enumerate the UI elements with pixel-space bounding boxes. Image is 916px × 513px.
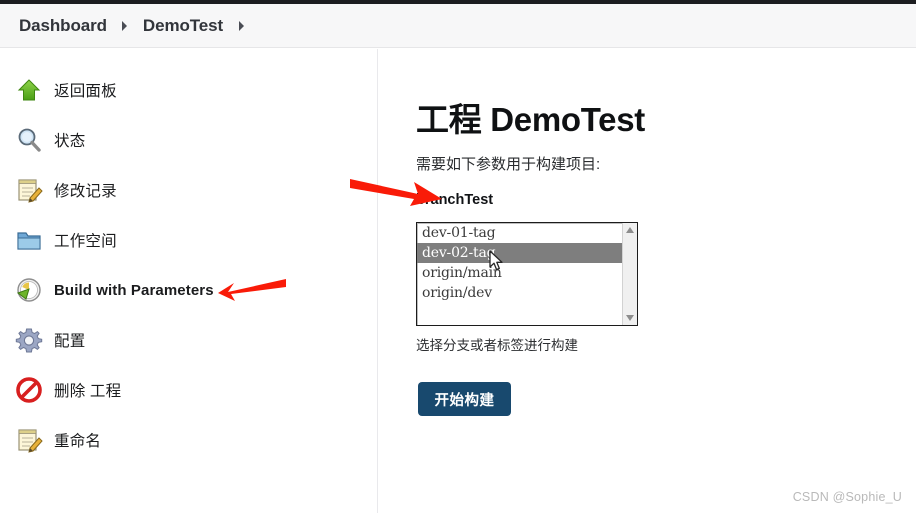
parameter-description: 选择分支或者标签进行构建 — [416, 338, 578, 353]
list-item[interactable]: origin/dev — [417, 283, 622, 303]
green-up-arrow-icon — [14, 75, 44, 105]
sidebar-item-workspace[interactable]: 工作空间 — [14, 223, 117, 257]
notepad-pencil-icon — [14, 425, 44, 455]
sidebar-item-label: 修改记录 — [54, 183, 117, 200]
folder-icon — [14, 225, 44, 255]
list-item[interactable]: origin/main — [417, 263, 622, 283]
scroll-up-arrow-icon[interactable] — [623, 223, 637, 237]
sidebar-item-build-with-parameters[interactable]: Build with Parameters — [14, 273, 214, 307]
chevron-right-icon-2[interactable] — [223, 20, 259, 31]
scroll-down-arrow-icon[interactable] — [623, 311, 637, 325]
sidebar-item-label: 状态 — [54, 133, 86, 150]
magnifier-icon — [14, 125, 44, 155]
sidebar-item-delete-project[interactable]: 删除 工程 — [14, 373, 121, 407]
sidebar-item-back-to-dashboard[interactable]: 返回面板 — [14, 73, 117, 107]
main-content: 工程 DemoTest 需要如下参数用于构建项目: branchTest dev… — [379, 49, 916, 513]
sidebar-item-rename[interactable]: 重命名 — [14, 423, 101, 457]
breadcrumb-item-demotest[interactable]: DemoTest — [143, 16, 223, 36]
sidebar-item-label: 重命名 — [54, 433, 102, 450]
sidebar-item-label: 返回面板 — [54, 83, 117, 100]
notepad-pencil-icon — [14, 175, 44, 205]
branch-select-listbox[interactable]: dev-01-tag dev-02-tag origin/main origin… — [416, 222, 638, 326]
sidebar-item-label: 删除 工程 — [54, 383, 122, 400]
no-entry-icon — [14, 375, 44, 405]
gear-icon — [14, 325, 44, 355]
sidebar: 返回面板 状态 修改记录 工作空间 Build with Parameters … — [0, 49, 378, 513]
parameters-intro: 需要如下参数用于构建项目: — [416, 156, 601, 173]
parameter-name-label: branchTest — [416, 192, 494, 208]
page-title: 工程 DemoTest — [416, 101, 645, 138]
list-item[interactable]: dev-01-tag — [417, 223, 622, 243]
branch-select-options: dev-01-tag dev-02-tag origin/main origin… — [417, 223, 622, 303]
sidebar-item-status[interactable]: 状态 — [14, 123, 85, 157]
list-item[interactable]: dev-02-tag — [417, 243, 622, 263]
breadcrumb: Dashboard DemoTest — [0, 4, 916, 48]
clock-play-icon — [14, 275, 44, 305]
listbox-scrollbar[interactable] — [622, 223, 637, 325]
sidebar-item-changes[interactable]: 修改记录 — [14, 173, 117, 207]
sidebar-item-label: 工作空间 — [54, 233, 117, 250]
sidebar-item-label: 配置 — [54, 333, 86, 350]
sidebar-item-label: Build with Parameters — [54, 281, 214, 299]
sidebar-item-configure[interactable]: 配置 — [14, 323, 85, 357]
watermark: CSDN @Sophie_U — [792, 490, 902, 504]
start-build-button[interactable]: 开始构建 — [418, 382, 511, 416]
page-root: Dashboard DemoTest 返回面板 状态 修改记录 工作空间 Bui… — [0, 0, 916, 513]
breadcrumb-item-dashboard[interactable]: Dashboard — [19, 16, 107, 36]
chevron-right-icon[interactable] — [107, 20, 143, 31]
